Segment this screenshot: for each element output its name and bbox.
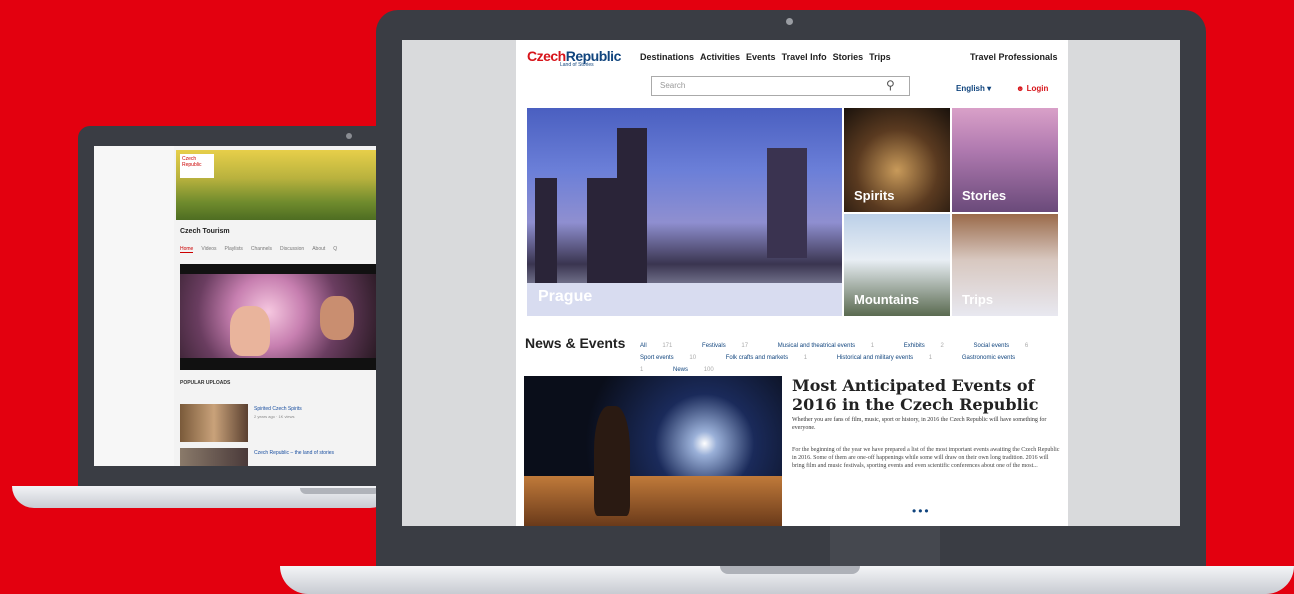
bridge-tower <box>617 128 647 298</box>
featured-article-lead: Whether you are fans of film, music, spo… <box>792 417 1047 431</box>
nav-stories[interactable]: Stories <box>833 52 864 62</box>
large-laptop-notch <box>720 566 860 574</box>
tile-trips[interactable]: Trips <box>952 214 1058 316</box>
video-meta: 2 years ago · 1K views <box>254 414 295 419</box>
video-person <box>230 306 270 356</box>
tile-label: Spirits <box>854 188 895 203</box>
filter-item[interactable]: Folk crafts and markets 1 <box>726 355 821 361</box>
tab-videos[interactable]: Videos <box>201 246 216 253</box>
channel-name[interactable]: Czech Tourism <box>180 228 230 235</box>
tile-label: Trips <box>962 292 994 307</box>
news-events-heading: News & Events <box>525 335 626 351</box>
filter-item[interactable]: Social events 6 <box>974 343 1043 349</box>
tile-spirits[interactable]: Spirits <box>844 108 950 212</box>
nav-trips[interactable]: Trips <box>869 52 891 62</box>
camera-icon <box>346 133 352 139</box>
tab-playlists[interactable]: Playlists <box>225 246 243 253</box>
featured-article-image[interactable] <box>524 376 782 526</box>
tile-mountains[interactable]: Mountains <box>844 214 950 316</box>
filter-label: Historical and military events <box>836 355 914 361</box>
filter-label: Social events <box>973 343 1010 349</box>
filter-label: News <box>673 367 689 373</box>
tile-stories[interactable]: Stories <box>952 108 1058 212</box>
hero-label: Prague <box>538 288 593 305</box>
filter-count: 100 <box>703 367 714 373</box>
video-person <box>320 296 354 340</box>
filter-count: 1 <box>928 355 933 361</box>
statue-silhouette <box>535 178 557 298</box>
filter-item[interactable]: All 171 <box>640 343 686 349</box>
video-frame <box>180 274 376 358</box>
filter-count: 17 <box>741 343 749 349</box>
video-site-sidebar <box>94 146 174 466</box>
section-title: POPULAR UPLOADS <box>180 380 231 386</box>
filter-count: 1 <box>870 343 875 349</box>
filter-label: Sport events <box>640 355 674 361</box>
logo-tagline: Land of Stories <box>560 62 594 68</box>
nav-destinations[interactable]: Destinations <box>640 52 694 62</box>
language-select[interactable]: English ▾ <box>956 84 991 93</box>
castle-silhouette <box>767 148 807 258</box>
filter-count: 1 <box>640 367 644 373</box>
search-input[interactable] <box>651 76 910 96</box>
filter-item[interactable]: Sport events 10 <box>640 355 710 361</box>
tab-discussion[interactable]: Discussion <box>280 246 304 253</box>
login-label: Login <box>1026 84 1049 93</box>
filter-label: Folk crafts and markets <box>725 355 789 361</box>
filter-item[interactable]: News 100 <box>673 367 728 373</box>
small-laptop-notch <box>300 488 380 494</box>
login-link[interactable]: ☻ Login <box>1016 84 1048 93</box>
filter-label: Gastronomic events <box>961 355 1016 361</box>
filter-count: 10 <box>689 355 697 361</box>
nav-travel-info[interactable]: Travel Info <box>782 52 827 62</box>
tab-about[interactable]: About <box>312 246 325 253</box>
featured-video-player[interactable] <box>180 264 376 370</box>
tile-label: Mountains <box>854 292 919 307</box>
featured-article-body: For the beginning of the year we have pr… <box>792 447 1060 469</box>
main-nav: Destinations Activities Events Travel In… <box>640 52 891 62</box>
filter-label: Exhibits <box>903 343 925 349</box>
filter-item[interactable]: Festivals 17 <box>702 343 762 349</box>
featured-article-title[interactable]: Most Anticipated Events of 2016 in the C… <box>792 376 1062 414</box>
search-icon[interactable]: Q <box>333 246 337 253</box>
tab-home[interactable]: Home <box>180 246 194 253</box>
camera-icon <box>786 18 793 25</box>
filter-label: Festivals <box>702 343 726 349</box>
video-title-link[interactable]: Spirited Czech Spirits <box>254 406 302 412</box>
search-placeholder: Search <box>660 81 686 90</box>
nav-events[interactable]: Events <box>746 52 776 62</box>
video-thumbnail[interactable] <box>180 448 248 466</box>
nav-activities[interactable]: Activities <box>700 52 740 62</box>
tile-label: Stories <box>962 188 1007 203</box>
filter-count: 1 <box>803 355 808 361</box>
video-title-link[interactable]: Czech Republic – the land of stories <box>254 450 334 456</box>
filter-item[interactable]: Musical and theatrical events 1 <box>778 343 888 349</box>
filter-count: 2 <box>940 343 944 349</box>
travel-professionals-link[interactable]: Travel Professionals <box>970 52 1058 62</box>
performer-silhouette <box>594 406 630 516</box>
filter-count: 171 <box>662 343 673 349</box>
concert-crowd <box>524 476 782 526</box>
filter-item[interactable]: Historical and military events 1 <box>837 355 946 361</box>
magnifier-icon[interactable]: ⚲ <box>886 78 895 92</box>
channel-logo[interactable]: Czech Republic <box>180 154 214 178</box>
hero-image-prague[interactable] <box>527 108 842 316</box>
laptop-hinge <box>830 526 940 566</box>
event-filters: All 171 Festivals 17 Musical and theatri… <box>640 340 1060 376</box>
filter-count: 6 <box>1024 343 1029 349</box>
channel-tabs: Home Videos Playlists Channels Discussio… <box>180 246 337 253</box>
video-thumbnail[interactable] <box>180 404 248 442</box>
filter-label: Musical and theatrical events <box>777 343 856 349</box>
filter-item[interactable]: Exhibits 2 <box>904 343 958 349</box>
building-silhouette <box>587 178 617 298</box>
filter-label: All <box>640 343 647 349</box>
tab-channels[interactable]: Channels <box>251 246 272 253</box>
more-dots-icon[interactable]: ••• <box>912 504 931 518</box>
